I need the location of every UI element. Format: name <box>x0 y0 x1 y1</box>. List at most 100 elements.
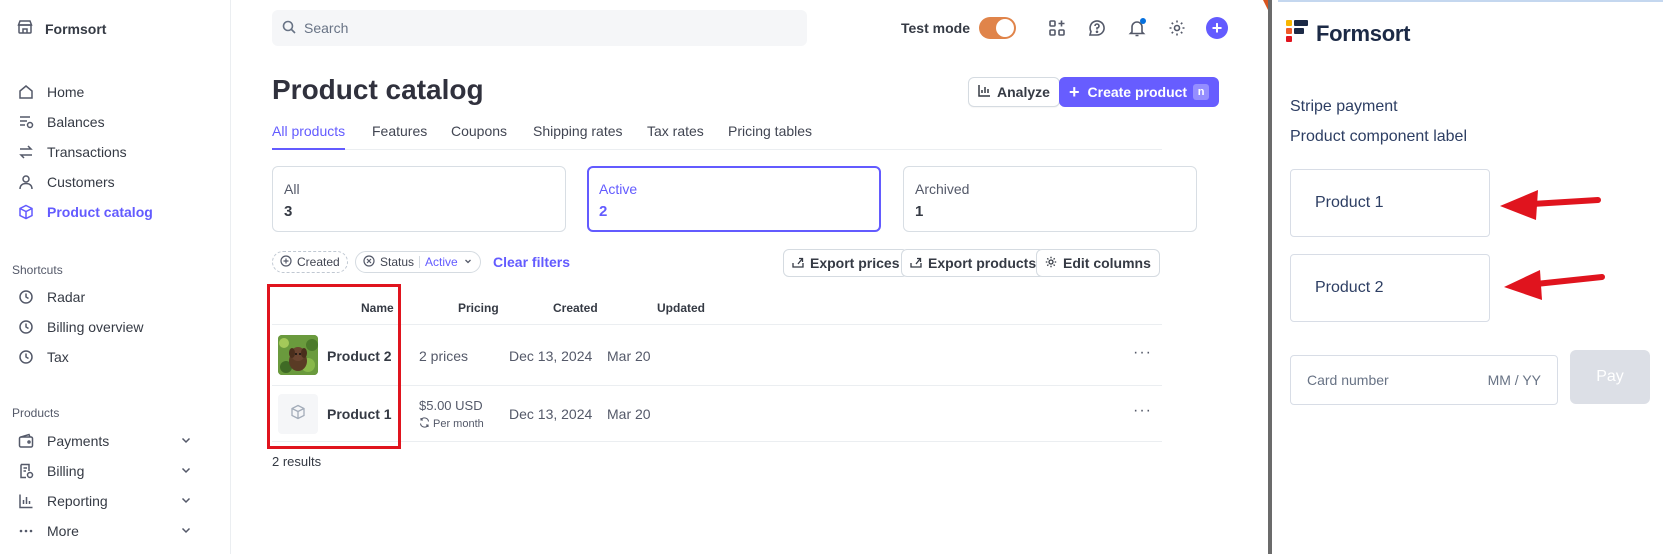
analyze-button[interactable]: Analyze <box>968 77 1060 107</box>
column-header-pricing[interactable]: Pricing <box>458 301 499 315</box>
export-prices-label: Export prices <box>810 255 900 271</box>
home-icon <box>17 83 35 101</box>
wallet-icon <box>17 432 35 450</box>
sidebar-item-billing-overview[interactable]: Billing overview <box>17 316 143 338</box>
row-actions-menu[interactable]: ··· <box>1133 402 1152 420</box>
status-card-all[interactable]: All 3 <box>272 166 566 232</box>
test-mode-label: Test mode <box>901 20 970 36</box>
search-bar[interactable] <box>272 10 807 46</box>
clear-filters-link[interactable]: Clear filters <box>493 254 570 270</box>
chip-separator <box>419 256 421 268</box>
bell-icon[interactable] <box>1125 16 1149 40</box>
recurring-icon <box>419 417 430 431</box>
filter-created-chip[interactable]: Created <box>272 251 348 273</box>
status-card-count: 2 <box>599 203 608 220</box>
product-pricing-interval: Per month <box>419 417 484 431</box>
product-choice-2[interactable]: Product 2 <box>1290 254 1490 322</box>
brand-name: Formsort <box>45 20 107 37</box>
product-updated: Mar 20 <box>607 406 651 422</box>
box-icon <box>17 203 35 221</box>
search-icon <box>282 20 296 37</box>
chart-icon <box>17 492 35 510</box>
sidebar-item-label: Home <box>47 84 85 100</box>
formsort-panel: Formsort Stripe payment Product componen… <box>1272 0 1663 554</box>
component-label: Product component label <box>1290 128 1467 145</box>
annotation-arrow <box>1502 265 1606 310</box>
filter-created-label: Created <box>297 255 340 269</box>
sidebar-item-home[interactable]: Home <box>17 81 84 103</box>
tab-all-products[interactable]: All products <box>272 123 346 150</box>
column-header-created[interactable]: Created <box>553 301 598 315</box>
product-choice-1[interactable]: Product 1 <box>1290 169 1490 237</box>
status-card-archived[interactable]: Archived 1 <box>903 166 1197 232</box>
plus-icon[interactable]: + <box>1205 16 1229 40</box>
status-card-label: Archived <box>915 181 970 197</box>
filter-status-label: Status <box>380 255 415 269</box>
product-choice-label: Product 1 <box>1315 194 1384 211</box>
sidebar-item-more[interactable]: More <box>17 520 217 542</box>
tab-pricing-tables[interactable]: Pricing tables <box>728 123 812 150</box>
status-card-active[interactable]: Active 2 <box>587 166 881 232</box>
sidebar-item-billing[interactable]: Billing <box>17 460 217 482</box>
formsort-logo-icon <box>1284 18 1310 49</box>
sidebar-item-customers[interactable]: Customers <box>17 171 115 193</box>
results-count: 2 results <box>272 454 322 469</box>
store-icon <box>17 19 33 38</box>
sidebar-item-label: More <box>47 523 79 539</box>
sidebar-item-reporting[interactable]: Reporting <box>17 490 217 512</box>
remove-circle-icon[interactable] <box>363 254 375 270</box>
column-header-updated[interactable]: Updated <box>657 301 705 315</box>
export-products-button[interactable]: Export products <box>901 249 1046 277</box>
test-mode-toggle[interactable] <box>978 17 1016 39</box>
table-row[interactable]: Product 1 $5.00 USD Per month Dec 13, 20… <box>272 386 1162 442</box>
edit-columns-button[interactable]: Edit columns <box>1036 249 1160 277</box>
add-circle-icon <box>280 254 292 270</box>
sidebar-item-label: Transactions <box>47 144 127 160</box>
pricing-interval-label: Per month <box>433 418 484 430</box>
create-product-button[interactable]: + Create product n <box>1059 77 1220 107</box>
sidebar-item-label: Product catalog <box>47 204 153 220</box>
sidebar-item-tax[interactable]: Tax <box>17 346 69 368</box>
search-input[interactable] <box>304 20 784 36</box>
keyboard-shortcut-badge: n <box>1193 84 1210 100</box>
expiry-placeholder[interactable]: MM / YY <box>1488 372 1541 388</box>
card-number-field[interactable]: Card number MM / YY <box>1290 355 1558 405</box>
sidebar-item-transactions[interactable]: Transactions <box>17 141 127 163</box>
table-row[interactable]: Product 2 2 prices Dec 13, 2024 Mar 20 ·… <box>272 326 1162 386</box>
gear-icon[interactable] <box>1165 16 1189 40</box>
chevron-down-icon <box>463 255 473 269</box>
tab-tax-rates[interactable]: Tax rates <box>647 123 704 150</box>
clock-icon <box>17 348 35 366</box>
tab-bar: All products Features Coupons Shipping r… <box>272 118 1162 150</box>
plus-icon: + <box>1069 82 1080 102</box>
chevron-down-icon[interactable] <box>179 523 193 537</box>
table-header: Name Pricing Created Updated <box>272 291 1162 325</box>
notification-dot <box>1139 18 1146 24</box>
sidebar-item-payments[interactable]: Payments <box>17 430 217 452</box>
sidebar-item-balances[interactable]: Balances <box>17 111 105 133</box>
tab-shipping-rates[interactable]: Shipping rates <box>533 123 623 150</box>
export-prices-button[interactable]: Export prices <box>783 249 909 277</box>
header-actions: Test mode + <box>901 16 1229 40</box>
product-created: Dec 13, 2024 <box>509 348 593 364</box>
account-switcher[interactable]: Formsort <box>17 19 106 38</box>
help-icon[interactable] <box>1085 16 1109 40</box>
bar-chart-icon <box>978 84 991 100</box>
chevron-down-icon[interactable] <box>179 493 193 507</box>
sidebar-item-label: Radar <box>47 289 86 305</box>
tab-coupons[interactable]: Coupons <box>451 123 507 150</box>
pay-button[interactable]: Pay <box>1570 350 1650 404</box>
row-actions-menu[interactable]: ··· <box>1133 344 1152 362</box>
filter-status-value: Active <box>425 255 458 269</box>
export-icon <box>910 255 922 271</box>
status-card-count: 1 <box>915 203 924 220</box>
billing-icon <box>17 462 35 480</box>
sidebar-item-product-catalog[interactable]: Product catalog <box>17 201 153 223</box>
tab-features[interactable]: Features <box>372 123 427 150</box>
chevron-down-icon[interactable] <box>179 463 193 477</box>
chevron-down-icon[interactable] <box>179 433 193 447</box>
apps-icon[interactable] <box>1045 16 1069 40</box>
sidebar-item-radar[interactable]: Radar <box>17 286 85 308</box>
filter-status-chip[interactable]: Status Active <box>355 251 481 273</box>
transactions-icon <box>17 143 35 161</box>
